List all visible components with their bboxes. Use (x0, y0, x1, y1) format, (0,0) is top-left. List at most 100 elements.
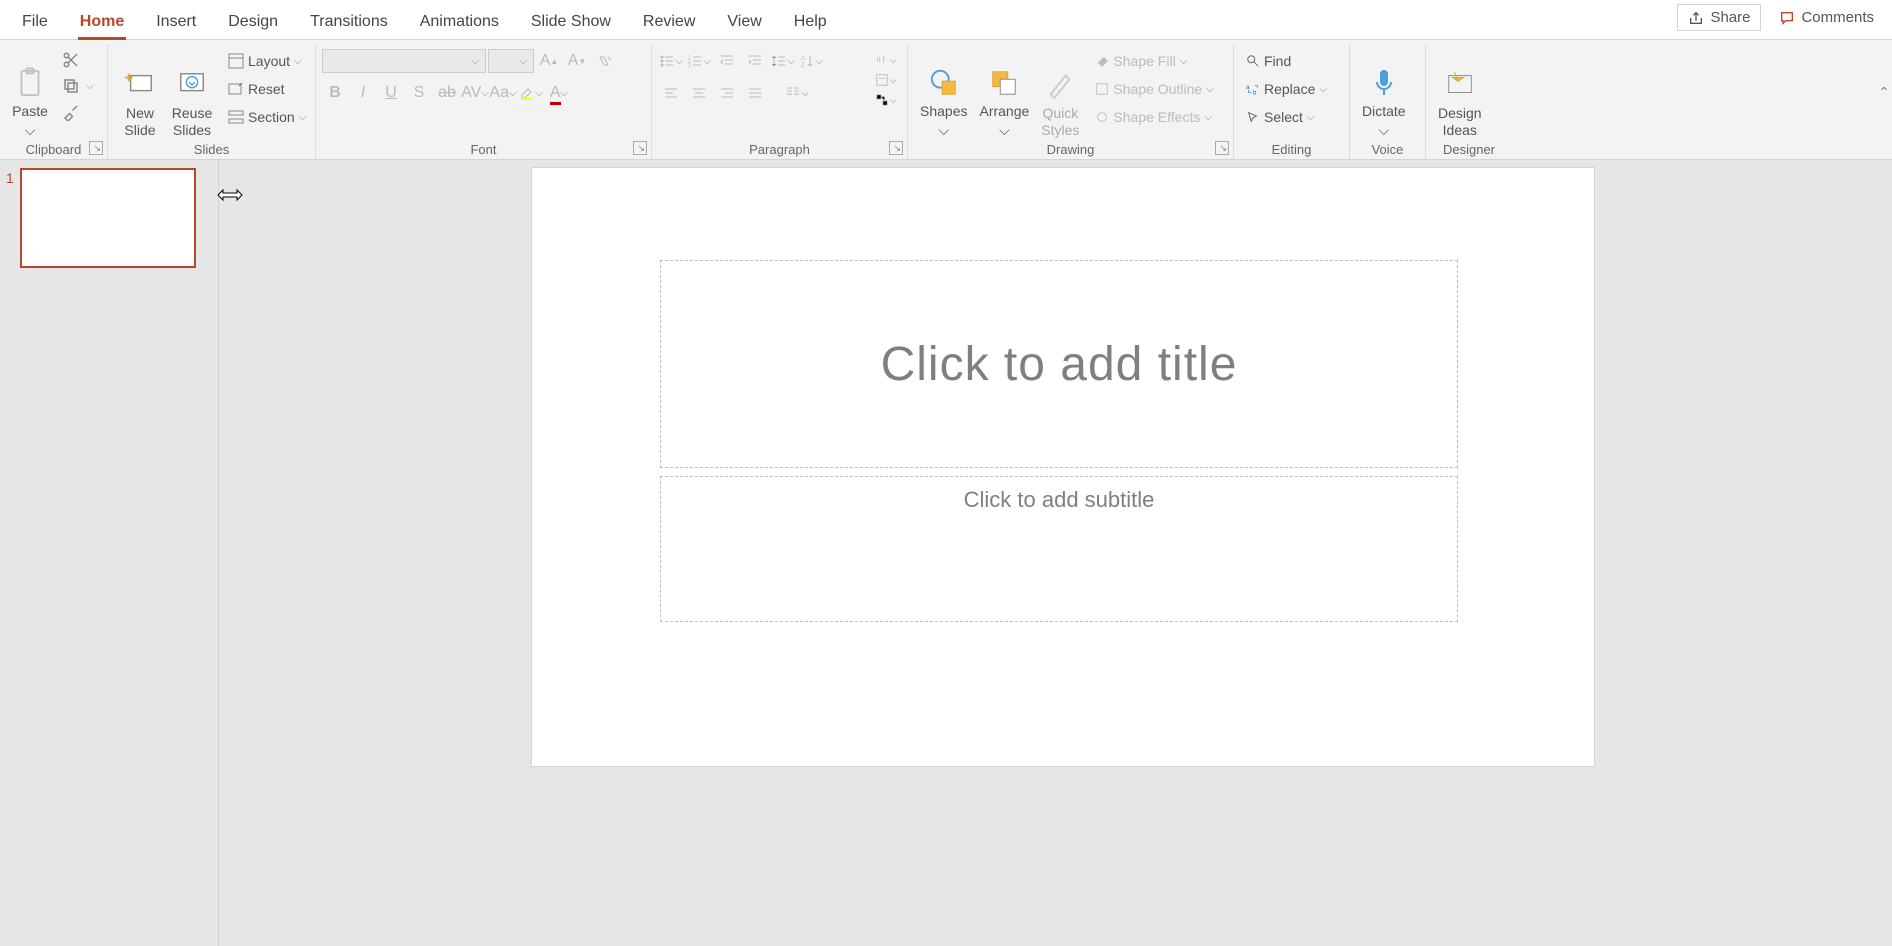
shape-outline-label: Shape Outline (1113, 81, 1202, 97)
convert-smartart-button[interactable]: ⌵ (873, 90, 899, 110)
reset-button[interactable]: Reset (222, 76, 312, 102)
slide-thumbnail-1[interactable] (20, 168, 196, 268)
dictate-label: Dictate (1362, 103, 1406, 120)
group-label: Slides (108, 142, 315, 157)
increase-indent-button[interactable] (742, 49, 768, 73)
shape-effects-button[interactable]: Shape Effects⌵ (1089, 104, 1219, 130)
subtitle-placeholder[interactable]: Click to add subtitle (660, 476, 1458, 622)
paste-button[interactable]: Paste ⌵ (6, 48, 54, 141)
title-placeholder[interactable]: Click to add title (660, 260, 1458, 468)
chevron-down-icon: ⌵ (519, 56, 527, 67)
find-button[interactable]: Find (1240, 48, 1333, 74)
design-ideas-button[interactable]: Design Ideas (1432, 48, 1488, 141)
sort-icon: AZ (799, 53, 815, 69)
font-color-button[interactable]: A ⌵ (546, 81, 572, 105)
align-text-button[interactable]: ⌵ (873, 70, 899, 90)
share-button[interactable]: Share (1677, 4, 1761, 31)
tab-slide-show[interactable]: Slide Show (515, 5, 627, 39)
decrease-indent-button[interactable] (714, 49, 740, 73)
bullets-icon (659, 53, 675, 69)
chevron-down-icon: ⌵ (294, 56, 302, 67)
section-button[interactable]: Section ⌵ (222, 104, 312, 130)
text-direction-button[interactable]: II⌵ (873, 50, 899, 70)
font-name-combo[interactable]: ⌵ (322, 49, 486, 73)
tab-file[interactable]: File (6, 5, 64, 39)
effects-icon (1095, 110, 1109, 124)
character-spacing-button[interactable]: AV⌵ (462, 81, 488, 105)
arrange-label: Arrange (979, 103, 1029, 120)
group-drawing: Shapes⌵ Arrange⌵ Quick Styles Shape Fill… (908, 44, 1234, 159)
bullets-button[interactable]: ⌵ (658, 49, 684, 73)
tab-home[interactable]: Home (64, 5, 140, 39)
share-label: Share (1710, 9, 1750, 26)
clipboard-icon (12, 65, 48, 101)
font-launcher[interactable]: ↘ (633, 141, 647, 155)
pane-splitter[interactable] (218, 160, 234, 946)
ribbon-tabs: File Home Insert Design Transitions Anim… (6, 5, 843, 39)
new-slide-button[interactable]: New Slide (114, 48, 166, 141)
tab-review[interactable]: Review (627, 5, 711, 39)
columns-button[interactable]: ⌵ (784, 81, 810, 105)
quick-styles-label: Quick Styles (1041, 105, 1079, 139)
sort-button[interactable]: AZ⌵ (798, 49, 824, 73)
section-label: Section (248, 109, 295, 125)
chevron-down-icon: ⌵ (471, 56, 479, 67)
shape-fill-button[interactable]: Shape Fill⌵ (1089, 48, 1219, 74)
select-button[interactable]: Select⌵ (1240, 104, 1333, 130)
increase-font-button[interactable]: A▲ (536, 49, 562, 73)
comments-button[interactable]: Comments (1769, 4, 1884, 31)
text-direction-icon: II (875, 53, 889, 67)
chevron-down-icon: ⌵ (299, 112, 307, 123)
line-spacing-button[interactable]: ⌵ (770, 49, 796, 73)
svg-text:b: b (1253, 89, 1257, 96)
tab-insert[interactable]: Insert (140, 5, 212, 39)
ribbon: ⌃ Paste ⌵ ⌵ Clipboard ↘ (0, 40, 1892, 160)
replace-button[interactable]: abReplace⌵ (1240, 76, 1333, 102)
search-icon (1246, 54, 1260, 68)
reuse-slides-label: Reuse Slides (172, 105, 212, 139)
clipboard-launcher[interactable]: ↘ (89, 141, 103, 155)
cursor-icon (1246, 110, 1260, 124)
layout-button[interactable]: Layout ⌵ (222, 48, 312, 74)
slide[interactable]: Click to add title Click to add subtitle (532, 168, 1594, 766)
tab-transitions[interactable]: Transitions (294, 5, 404, 39)
collapse-ribbon-button[interactable]: ⌃ (1878, 84, 1890, 101)
align-left-button[interactable] (658, 81, 684, 105)
group-label: Editing (1234, 142, 1349, 157)
align-right-button[interactable] (714, 81, 740, 105)
highlight-color-button[interactable]: ⌵ (518, 81, 544, 105)
dictate-button[interactable]: Dictate⌵ (1356, 48, 1412, 141)
decrease-font-button[interactable]: A▼ (564, 49, 590, 73)
tab-help[interactable]: Help (778, 5, 843, 39)
group-clipboard: Paste ⌵ ⌵ Clipboard ↘ (0, 44, 108, 159)
font-size-combo[interactable]: ⌵ (488, 49, 534, 73)
drawing-launcher[interactable]: ↘ (1215, 141, 1229, 155)
tab-design[interactable]: Design (212, 5, 294, 39)
clear-formatting-button[interactable] (592, 49, 618, 73)
change-case-button[interactable]: Aa⌵ (490, 81, 516, 105)
strikethrough-button[interactable]: ab (434, 81, 460, 105)
chevron-down-icon[interactable]: ⌵ (86, 81, 94, 92)
bold-button[interactable]: B (322, 81, 348, 105)
underline-button[interactable]: U (378, 81, 404, 105)
reuse-slides-button[interactable]: Reuse Slides (166, 48, 218, 141)
shadow-button[interactable]: S (406, 81, 432, 105)
justify-button[interactable] (742, 81, 768, 105)
tab-animations[interactable]: Animations (404, 5, 515, 39)
tab-view[interactable]: View (711, 5, 777, 39)
shape-outline-button[interactable]: Shape Outline⌵ (1089, 76, 1219, 102)
slide-thumbnail-pane[interactable]: 1 (0, 160, 218, 946)
slide-canvas-area[interactable]: Click to add title Click to add subtitle (234, 160, 1892, 946)
cut-button[interactable] (58, 48, 84, 72)
group-font: ⌵ ⌵ A▲ A▼ B I U S ab AV⌵ Aa⌵ ⌵ (316, 44, 652, 159)
quick-styles-button[interactable]: Quick Styles (1035, 48, 1085, 141)
copy-button[interactable] (58, 74, 84, 98)
shapes-button[interactable]: Shapes⌵ (914, 48, 973, 141)
italic-button[interactable]: I (350, 81, 376, 105)
arrange-button[interactable]: Arrange⌵ (973, 48, 1035, 141)
align-center-button[interactable] (686, 81, 712, 105)
paragraph-launcher[interactable]: ↘ (889, 141, 903, 155)
numbering-button[interactable]: 123⌵ (686, 49, 712, 73)
paste-label: Paste (12, 103, 48, 120)
format-painter-button[interactable] (58, 100, 84, 124)
